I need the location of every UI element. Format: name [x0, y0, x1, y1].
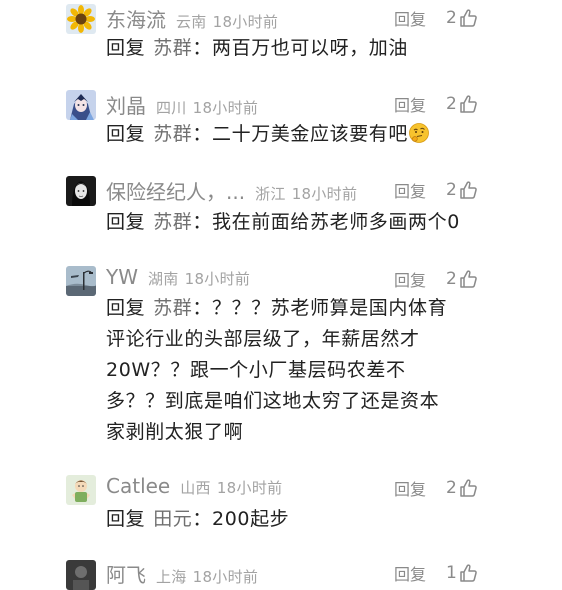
reply-button[interactable]: 回复 — [394, 92, 426, 116]
streetlight-avatar-icon[interactable] — [66, 266, 96, 296]
thumbs-up-icon[interactable] — [458, 478, 478, 498]
like-button[interactable]: 2 — [446, 478, 478, 498]
comment-region: 上海 — [156, 568, 187, 586]
thinking-emoji-icon — [408, 122, 430, 144]
reply-target-user[interactable]: 苏群 — [153, 37, 192, 59]
comment-actions: 回复 2 — [394, 476, 478, 500]
reply-prefix: 回复 — [106, 508, 146, 530]
comment-line: 回复 苏群：？？？苏老师算是国内体育 — [106, 293, 496, 324]
comment-body: 回复 苏群：我在前面给苏老师多画两个0 — [106, 207, 496, 238]
thumbs-up-icon[interactable] — [458, 94, 478, 114]
comment-time: 18小时前 — [212, 13, 279, 31]
reply-target-user[interactable]: 田元 — [153, 508, 192, 530]
comment-time: 18小时前 — [291, 185, 358, 203]
comment-actions: 回复 2 — [394, 92, 478, 116]
comment-username[interactable]: 刘晶 — [106, 90, 146, 119]
comment-time: 18小时前 — [192, 568, 259, 586]
comment-text: ：200起步 — [192, 508, 290, 530]
comment-meta: 湖南 18小时前 — [148, 268, 250, 289]
like-button[interactable]: 2 — [446, 8, 478, 28]
comment-text: ：我在前面给苏老师多画两个0 — [192, 211, 460, 233]
comment-text-line: 多？？到底是咱们这地太穷了还是资本 — [106, 390, 440, 412]
comment-region: 湖南 — [148, 270, 179, 288]
comment-body: 回复 苏群：两百万也可以呀，加油 — [106, 33, 496, 64]
comment-header: YW 湖南 18小时前 — [106, 265, 250, 291]
dark-avatar-icon[interactable] — [66, 560, 96, 590]
comment-actions: 回复 1 — [394, 561, 478, 585]
reply-prefix: 回复 — [106, 211, 146, 233]
reply-button[interactable]: 回复 — [394, 476, 426, 500]
comment-body: 回复 田元：200起步 — [106, 504, 496, 535]
comment-username[interactable]: 保险经纪人，... — [106, 176, 245, 205]
comment-time: 18小时前 — [192, 99, 259, 117]
portrait-avatar-icon[interactable] — [66, 176, 96, 206]
comment-actions: 回复 2 — [394, 6, 478, 30]
comment-meta: 四川 18小时前 — [156, 97, 258, 118]
comment-text: ：两百万也可以呀，加油 — [192, 37, 409, 59]
comment-meta: 山西 18小时前 — [180, 477, 282, 498]
comment-meta: 上海 18小时前 — [156, 566, 258, 587]
comment-username[interactable]: Catlee — [106, 474, 170, 498]
comment-actions: 回复 2 — [394, 178, 478, 202]
thumbs-up-icon[interactable] — [458, 180, 478, 200]
like-count: 2 — [446, 478, 457, 498]
comment-username[interactable]: 东海流 — [106, 4, 166, 33]
thumbs-up-icon[interactable] — [458, 8, 478, 28]
reply-target-user[interactable]: 苏群 — [153, 123, 192, 145]
comment-actions: 回复 2 — [394, 267, 478, 291]
comment-region: 山西 — [180, 479, 211, 497]
comment-header: 刘晶 四川 18小时前 — [106, 90, 258, 119]
comment-text-line: 20W？？跟一个小厂基层码农差不 — [106, 359, 406, 381]
reply-button[interactable]: 回复 — [394, 178, 426, 202]
like-button[interactable]: 1 — [446, 563, 478, 583]
reply-target-user[interactable]: 苏群 — [153, 211, 192, 233]
reply-prefix: 回复 — [106, 123, 146, 145]
comment-text-line: ：？？？苏老师算是国内体育 — [192, 297, 448, 319]
comment-text: ：二十万美金应该要有吧 — [192, 123, 409, 145]
reply-button[interactable]: 回复 — [394, 267, 426, 291]
thumbs-up-icon[interactable] — [458, 563, 478, 583]
comment-body: 回复 苏群：？？？苏老师算是国内体育 评论行业的头部层级了，年薪居然才 20W？？… — [106, 293, 496, 448]
anime-avatar-icon[interactable] — [66, 90, 96, 120]
reply-button[interactable]: 回复 — [394, 6, 426, 30]
comment-region: 四川 — [156, 99, 187, 117]
like-button[interactable]: 2 — [446, 94, 478, 114]
thumbs-up-icon[interactable] — [458, 269, 478, 289]
comment-body: 回复 苏群：二十万美金应该要有吧 — [106, 119, 496, 150]
reply-button[interactable]: 回复 — [394, 561, 426, 585]
comment-meta: 浙江 18小时前 — [255, 183, 357, 204]
reply-target-user[interactable]: 苏群 — [153, 297, 192, 319]
comment-region: 云南 — [176, 13, 207, 31]
comment-header: 阿飞 上海 18小时前 — [106, 559, 258, 587]
reply-prefix: 回复 — [106, 297, 146, 319]
reply-prefix: 回复 — [106, 37, 146, 59]
comment-region: 浙江 — [255, 185, 286, 203]
like-count: 2 — [446, 269, 457, 289]
comment-username[interactable]: YW — [106, 265, 138, 289]
comment-header: 保险经纪人，... 浙江 18小时前 — [106, 176, 357, 205]
comment-time: 18小时前 — [216, 479, 283, 497]
like-button[interactable]: 2 — [446, 180, 478, 200]
sunflower-avatar-icon[interactable] — [66, 4, 96, 34]
like-count: 2 — [446, 8, 457, 28]
like-count: 2 — [446, 180, 457, 200]
comment-header: Catlee 山西 18小时前 — [106, 474, 282, 500]
comment-text-line: 家剥削太狠了啊 — [106, 421, 244, 443]
cartoon-avatar-icon[interactable] — [66, 475, 96, 505]
comment-meta: 云南 18小时前 — [176, 11, 278, 32]
comment-text-line: 评论行业的头部层级了，年薪居然才 — [106, 328, 420, 350]
comment-time: 18小时前 — [184, 270, 251, 288]
like-count: 1 — [446, 563, 457, 583]
like-count: 2 — [446, 94, 457, 114]
comment-header: 东海流 云南 18小时前 — [106, 4, 278, 33]
like-button[interactable]: 2 — [446, 269, 478, 289]
